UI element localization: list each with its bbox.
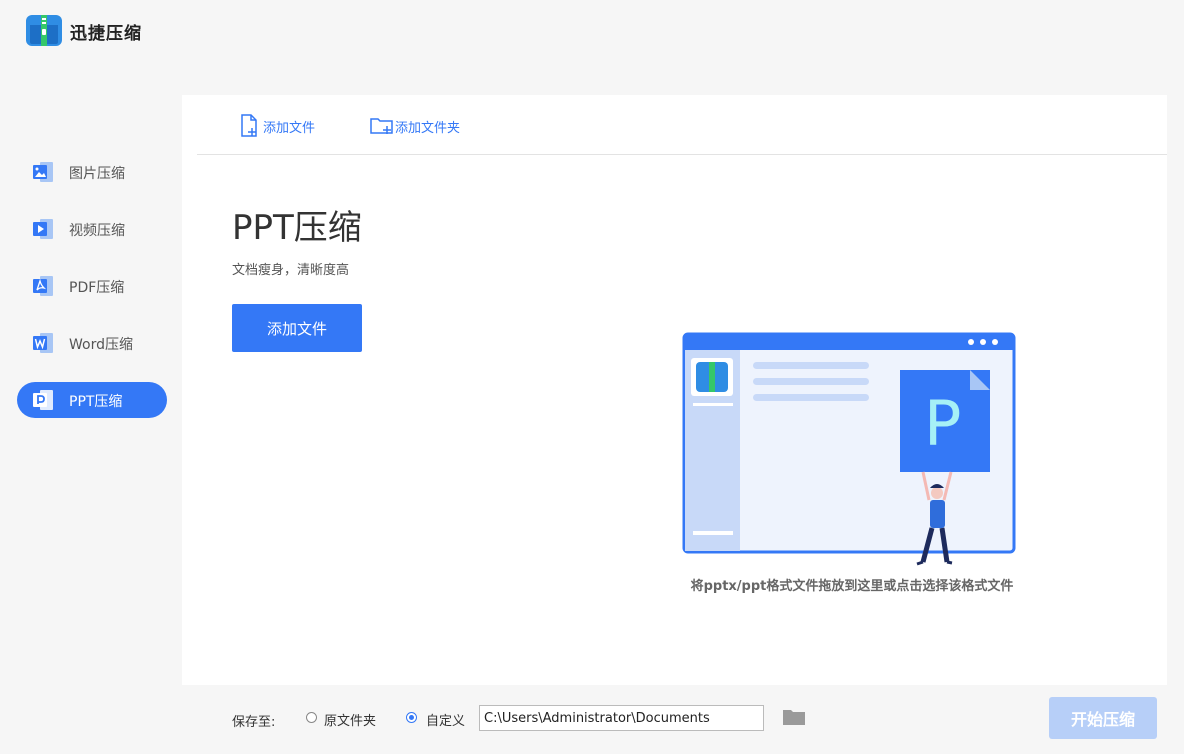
video-file-icon bbox=[33, 219, 53, 239]
sidebar-item-ppt-compress[interactable]: PPT压缩 bbox=[17, 382, 167, 418]
page-title: PPT压缩 bbox=[232, 208, 362, 248]
sidebar-item-image-compress[interactable]: 图片压缩 bbox=[17, 154, 167, 190]
radio-custom-folder[interactable] bbox=[406, 712, 417, 723]
radio-original-folder[interactable] bbox=[306, 712, 317, 723]
page-subtitle: 文档瘦身，清晰度高 bbox=[232, 263, 350, 278]
sidebar-item-word-compress[interactable]: Word压缩 bbox=[17, 325, 167, 361]
add-folder-toolbar-button[interactable]: 添加文件夹 bbox=[370, 114, 460, 138]
app-title: 迅捷压缩 bbox=[70, 24, 142, 44]
drop-zone-illustration[interactable]: P bbox=[679, 330, 1024, 570]
add-folder-icon bbox=[370, 118, 393, 134]
radio-custom-folder-label[interactable]: 自定义 bbox=[426, 710, 465, 729]
image-file-icon bbox=[33, 162, 53, 182]
sidebar-item-label: PPT压缩 bbox=[69, 394, 123, 410]
sidebar-item-label: Word压缩 bbox=[69, 337, 133, 353]
word-file-icon bbox=[33, 333, 53, 353]
main-panel: 添加文件 添加文件夹 PPT压缩 文档瘦身，清晰度高 添加文件 P 将pptx/… bbox=[182, 95, 1167, 685]
illustration-letter: P bbox=[924, 387, 961, 460]
sidebar-item-label: PDF压缩 bbox=[69, 280, 125, 296]
browse-folder-icon[interactable] bbox=[782, 707, 806, 727]
zip-archive-icon bbox=[26, 15, 62, 46]
sidebar-item-label: 图片压缩 bbox=[69, 166, 125, 182]
toolbar: 添加文件 添加文件夹 bbox=[197, 95, 1167, 155]
footer-bar: 保存至: 原文件夹 自定义 开始压缩 bbox=[182, 685, 1184, 754]
add-file-button[interactable]: 添加文件 bbox=[232, 304, 362, 352]
sidebar-item-video-compress[interactable]: 视频压缩 bbox=[17, 211, 167, 247]
drop-hint-text: 将pptx/ppt格式文件拖放到这里或点击选择该格式文件 bbox=[690, 579, 1014, 594]
radio-original-folder-label[interactable]: 原文件夹 bbox=[324, 710, 376, 729]
ppt-file-icon bbox=[33, 390, 53, 410]
add-file-toolbar-button[interactable]: 添加文件 bbox=[239, 114, 315, 138]
add-folder-toolbar-label: 添加文件夹 bbox=[395, 120, 461, 136]
start-compress-button[interactable]: 开始压缩 bbox=[1049, 697, 1157, 739]
save-to-label: 保存至: bbox=[232, 715, 276, 730]
save-path-input[interactable] bbox=[479, 705, 764, 731]
pdf-file-icon bbox=[33, 276, 53, 296]
add-file-icon bbox=[241, 114, 257, 137]
add-file-toolbar-label: 添加文件 bbox=[263, 120, 316, 136]
sidebar-item-pdf-compress[interactable]: PDF压缩 bbox=[17, 268, 167, 304]
sidebar-item-label: 视频压缩 bbox=[69, 223, 125, 239]
